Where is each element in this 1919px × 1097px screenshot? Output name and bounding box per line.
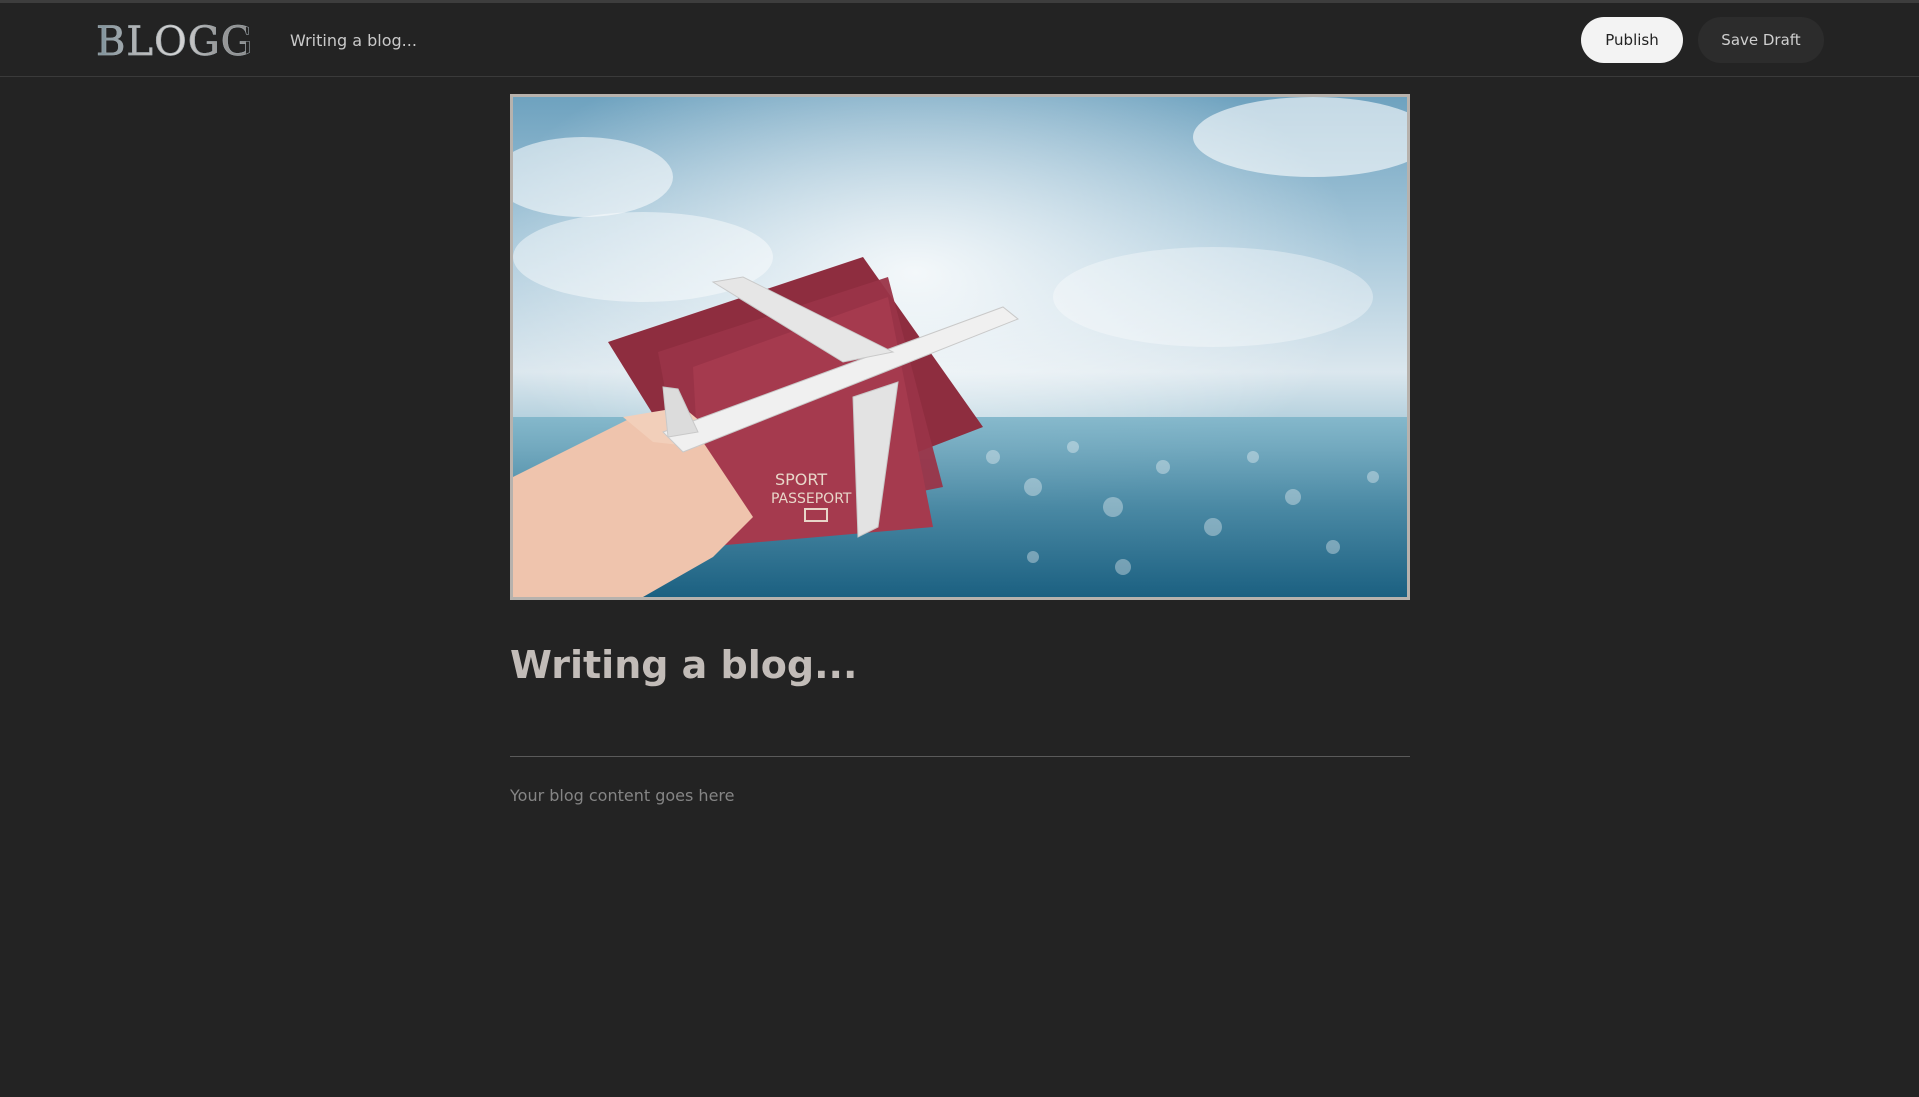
cover-image-graphic: SPORT PASSEPORT [513, 97, 1407, 597]
publish-button[interactable]: Publish [1581, 17, 1683, 63]
passport-text-sport: SPORT [775, 470, 827, 489]
save-draft-button[interactable]: Save Draft [1698, 17, 1824, 63]
top-navbar: BLOGG Writing a blog... Publish Save Dra… [0, 3, 1919, 77]
blogg-logo[interactable]: BLOGG [96, 20, 253, 65]
blog-content-editor[interactable]: Your blog content goes here [510, 785, 734, 807]
cloud [1053, 247, 1373, 347]
title-divider [510, 756, 1410, 757]
draft-title-label: Writing a blog... [290, 31, 417, 50]
passport-text-passeport: PASSEPORT [771, 491, 852, 507]
post-title[interactable]: Writing a blog... [510, 638, 857, 692]
cover-image[interactable]: SPORT PASSEPORT [510, 94, 1410, 600]
